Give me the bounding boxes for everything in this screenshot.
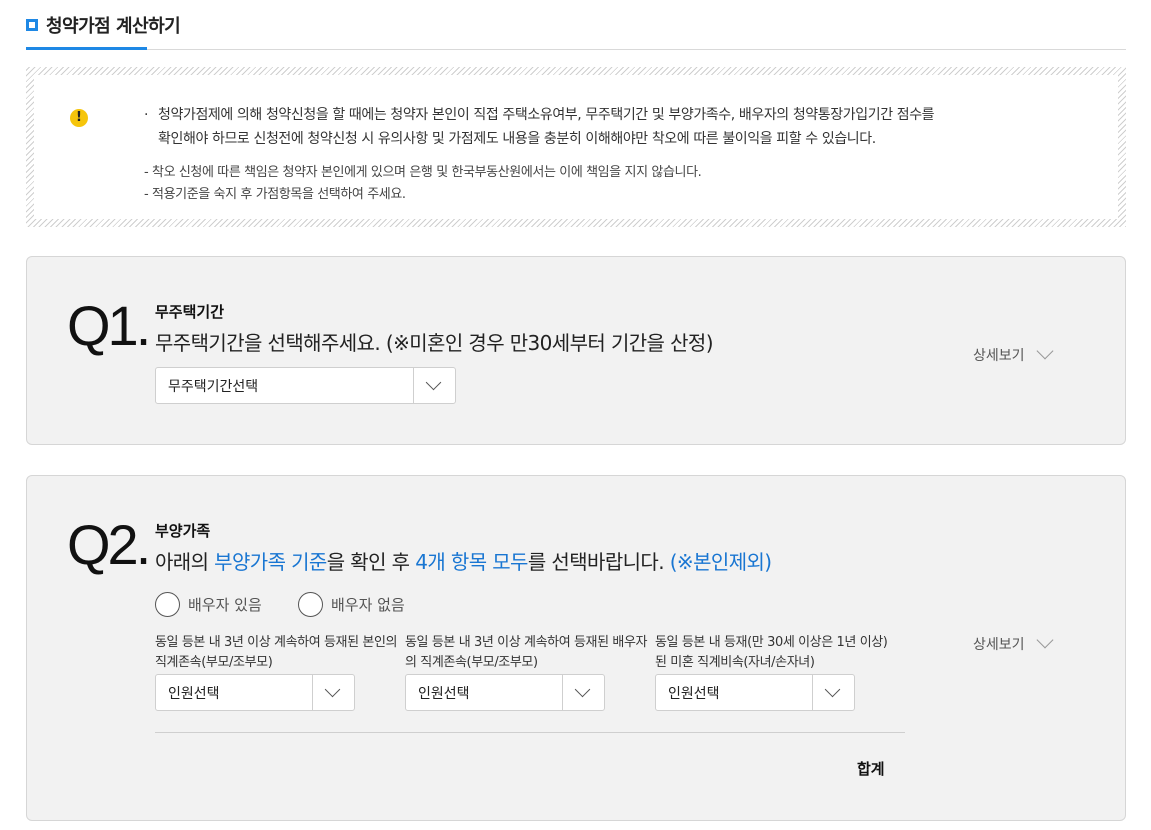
notice-sub-2: - 적용기준을 숙지 후 가점항목을 선택하여 주세요. bbox=[144, 187, 406, 202]
select-toggle[interactable] bbox=[562, 675, 604, 710]
question-description: 아래의 부양가족 기준을 확인 후 4개 항목 모두를 선택바랍니다. (※본인… bbox=[155, 546, 772, 575]
notice-inner: ! · 청약가점제에 의해 청약신청을 할 때에는 청약자 본인이 직접 주택소유… bbox=[34, 75, 1118, 219]
question-number: Q1. bbox=[67, 294, 151, 357]
select-toggle[interactable] bbox=[413, 368, 455, 403]
chevron-down-icon bbox=[425, 374, 442, 391]
detail-label: 상세보기 bbox=[973, 637, 1025, 653]
select-toggle[interactable] bbox=[812, 675, 854, 710]
page-header: 청약가점 계산하기 bbox=[26, 0, 1126, 50]
select-value: 무주택기간선택 bbox=[168, 378, 259, 395]
page-title: 청약가점 계산하기 bbox=[46, 16, 181, 37]
select-value: 인원선택 bbox=[668, 685, 720, 702]
chevron-down-icon bbox=[324, 681, 341, 698]
select-toggle[interactable] bbox=[312, 675, 354, 710]
own-ascendants-label: 동일 등본 내 3년 이상 계속하여 등재된 본인의 직계존속(부모/조부모) bbox=[155, 635, 398, 670]
warning-icon: ! bbox=[70, 109, 88, 127]
total-label: 합계 bbox=[857, 760, 885, 778]
chevron-down-icon bbox=[824, 681, 841, 698]
notice-sub-1: - 착오 신청에 따른 책임은 청약자 본인에게 있으며 은행 및 한국부동산원… bbox=[144, 165, 702, 180]
chevron-down-icon bbox=[1036, 631, 1054, 649]
radio-spouse-no[interactable]: 배우자 없음 bbox=[298, 592, 405, 617]
spouse-ascendants-select[interactable]: 인원선택 bbox=[405, 674, 605, 711]
radio-circle[interactable] bbox=[155, 592, 180, 617]
square-icon bbox=[26, 19, 38, 31]
descendants-select[interactable]: 인원선택 bbox=[655, 674, 855, 711]
desc-text: 를 선택바랍니다. bbox=[527, 550, 670, 574]
question-1-panel: Q1. 무주택기간 무주택기간을 선택해주세요. (※미혼인 경우 만30세부터… bbox=[26, 256, 1126, 445]
descendants-label: 동일 등본 내 등재(만 30세 이상은 1년 이상) 된 미혼 직계비속(자녀… bbox=[655, 635, 888, 670]
desc-highlight: (※본인제외) bbox=[669, 550, 772, 574]
divider bbox=[155, 732, 905, 733]
select-value: 인원선택 bbox=[168, 685, 220, 702]
radio-label: 배우자 없음 bbox=[331, 596, 405, 614]
spouse-ascendants-label: 동일 등본 내 3년 이상 계속하여 등재된 배우자의 직계존속(부모/조부모) bbox=[405, 635, 648, 670]
title-wrap: 청약가점 계산하기 bbox=[26, 12, 181, 38]
detail-view-link[interactable]: 상세보기 bbox=[973, 342, 1054, 365]
desc-highlight: 4개 항목 모두 bbox=[415, 550, 528, 574]
detail-label: 상세보기 bbox=[973, 348, 1025, 364]
chevron-down-icon bbox=[574, 681, 591, 698]
question-description: 무주택기간을 선택해주세요. (※미혼인 경우 만30세부터 기간을 산정) bbox=[155, 331, 714, 355]
homeless-period-select[interactable]: 무주택기간선택 bbox=[155, 367, 456, 404]
radio-label: 배우자 있음 bbox=[188, 596, 262, 614]
radio-circle[interactable] bbox=[298, 592, 323, 617]
chevron-down-icon bbox=[1036, 342, 1054, 360]
dependents-criteria-link[interactable]: 부양가족 기준 bbox=[214, 550, 327, 574]
question-title: 무주택기간 bbox=[155, 303, 225, 321]
question-number: Q2. bbox=[67, 513, 151, 576]
notice-box: ! · 청약가점제에 의해 청약신청을 할 때에는 청약자 본인이 직접 주택소유… bbox=[26, 67, 1126, 227]
notice-line-1: 청약가점제에 의해 청약신청을 할 때에는 청약자 본인이 직접 주택소유여부,… bbox=[158, 107, 935, 123]
radio-spouse-yes[interactable]: 배우자 있음 bbox=[155, 592, 262, 617]
notice-line-2: 확인해야 하므로 신청전에 청약신청 시 유의사항 및 가점제도 내용을 충분히… bbox=[158, 131, 876, 147]
desc-text: 아래의 bbox=[155, 550, 215, 574]
own-ascendants-select[interactable]: 인원선택 bbox=[155, 674, 355, 711]
detail-view-link[interactable]: 상세보기 bbox=[973, 631, 1054, 654]
notice-text: · 청약가점제에 의해 청약신청을 할 때에는 청약자 본인이 직접 주택소유여부… bbox=[144, 103, 1084, 151]
question-2-panel: Q2. 부양가족 아래의 부양가족 기준을 확인 후 4개 항목 모두를 선택바… bbox=[26, 475, 1126, 821]
question-title: 부양가족 bbox=[155, 522, 211, 540]
select-value: 인원선택 bbox=[418, 685, 470, 702]
title-underline bbox=[26, 47, 147, 50]
desc-text: 을 확인 후 bbox=[326, 550, 416, 574]
bullet: · bbox=[144, 107, 149, 123]
